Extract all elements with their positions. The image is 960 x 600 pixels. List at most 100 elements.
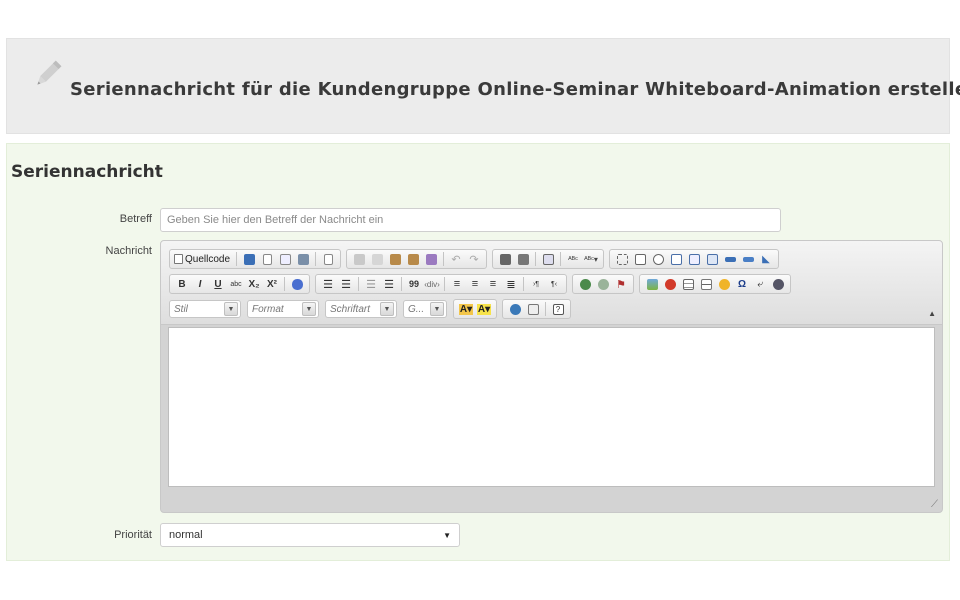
scayt-button[interactable]: ᴬᴮᶜ▾ (583, 251, 599, 267)
numbered-list-button[interactable]: ☰ (320, 276, 336, 292)
maximize-icon (509, 303, 521, 315)
save-button[interactable] (241, 251, 257, 267)
text-color-button[interactable]: A▾ (458, 301, 474, 317)
copy-icon (371, 253, 383, 265)
toolbar-group-basicstyles: B I U abc X₂ X² (169, 274, 310, 294)
find-button[interactable] (497, 251, 513, 267)
paste-word-button[interactable] (423, 251, 439, 267)
anchor-button[interactable]: ⚑ (613, 276, 629, 292)
div-button[interactable]: ‹div› (424, 276, 440, 292)
toolbar-separator (560, 252, 562, 266)
select-all-icon (542, 253, 554, 265)
subject-input[interactable] (160, 208, 781, 232)
select-all-button[interactable] (540, 251, 556, 267)
toolbar-separator (443, 252, 445, 266)
special-char-icon: Ω (737, 278, 747, 290)
page-break-button[interactable]: ⤶ (752, 276, 768, 292)
unlink-button[interactable] (595, 276, 611, 292)
format-combo[interactable]: Format ▼ (247, 300, 319, 318)
align-center-button[interactable]: ≡ (467, 276, 483, 292)
image-button[interactable] (644, 276, 660, 292)
strike-button[interactable]: abc (228, 276, 244, 292)
horizontal-line-button[interactable] (698, 276, 714, 292)
font-size-combo[interactable]: G... ▼ (403, 300, 447, 318)
preview-button[interactable] (277, 251, 293, 267)
replace-button[interactable] (515, 251, 531, 267)
new-page-button[interactable] (259, 251, 275, 267)
flash-icon (664, 278, 676, 290)
paste-word-icon (425, 253, 437, 265)
button-icon (724, 256, 736, 262)
flash-button[interactable] (662, 276, 678, 292)
page-title: Seriennachricht für die Kundengruppe Onl… (70, 79, 960, 100)
textfield-icon (670, 253, 682, 265)
editor-content-area[interactable] (168, 327, 935, 487)
bg-color-button[interactable]: A▾ (476, 301, 492, 317)
rtl-button[interactable]: ¶‹ (546, 276, 562, 292)
align-right-button[interactable]: ≡ (485, 276, 501, 292)
superscript-button[interactable]: X² (264, 276, 280, 292)
cut-button[interactable] (351, 251, 367, 267)
checkbox-button[interactable] (632, 251, 648, 267)
toolbar-group-insert: Ω ⤶ (639, 274, 791, 294)
style-combo[interactable]: Stil ▼ (169, 300, 241, 318)
image-button-button[interactable] (740, 251, 756, 267)
about-button[interactable]: ? (550, 301, 566, 317)
ltr-button[interactable]: ›¶ (528, 276, 544, 292)
select-button[interactable] (704, 251, 720, 267)
italic-button[interactable]: I (192, 276, 208, 292)
textarea-button[interactable] (686, 251, 702, 267)
print-button[interactable] (295, 251, 311, 267)
message-label: Nachricht (105, 245, 152, 257)
table-button[interactable] (680, 276, 696, 292)
spellcheck-button[interactable]: ᴬᴮᶜ (565, 251, 581, 267)
font-combo[interactable]: Schriftart ▼ (325, 300, 397, 318)
source-button[interactable]: Quellcode (174, 251, 232, 267)
toolbar-group-tools: ? (502, 299, 571, 319)
templates-button[interactable] (320, 251, 336, 267)
link-button[interactable] (577, 276, 593, 292)
remove-format-button[interactable] (289, 276, 305, 292)
toolbar-separator (523, 277, 524, 291)
maximize-button[interactable] (507, 301, 523, 317)
textfield-button[interactable] (668, 251, 684, 267)
checkbox-icon (634, 253, 646, 265)
indent-icon: ☰ (384, 278, 394, 291)
underline-button[interactable]: U (210, 276, 226, 292)
toolbar-group-forms: ◣ (609, 249, 780, 269)
templates-icon (323, 253, 333, 265)
justify-button[interactable]: ≣ (503, 276, 519, 292)
subscript-button[interactable]: X₂ (246, 276, 262, 292)
iframe-button[interactable] (770, 276, 786, 292)
radio-button[interactable] (650, 251, 666, 267)
align-left-button[interactable]: ≡ (449, 276, 465, 292)
bold-button[interactable]: B (174, 276, 190, 292)
toolbar-group-editing: ᴬᴮᶜ ᴬᴮᶜ▾ (492, 249, 605, 269)
outdent-button[interactable]: ☰ (363, 276, 379, 292)
paste-button[interactable] (387, 251, 403, 267)
smiley-button[interactable] (716, 276, 732, 292)
collapse-toolbar-button[interactable]: ▲ (928, 309, 936, 318)
toolbar-group-colors: A▾ A▾ (453, 299, 497, 319)
pencil-icon (37, 60, 62, 85)
special-char-button[interactable]: Ω (734, 276, 750, 292)
hidden-field-button[interactable]: ◣ (758, 251, 774, 267)
style-combo-label: Stil (174, 303, 188, 315)
priority-select[interactable]: normal ▼ (160, 523, 460, 547)
rich-text-editor: Quellcode ↶ ↷ ᴬᴮᶜ ᴬᴮᶜ▾ ◣ B I U abc X₂ X²… (160, 240, 943, 513)
show-blocks-button[interactable] (525, 301, 541, 317)
blockquote-button[interactable]: 99 (406, 276, 422, 292)
button-button[interactable] (722, 251, 738, 267)
indent-button[interactable]: ☰ (381, 276, 397, 292)
paste-text-button[interactable] (405, 251, 421, 267)
chevron-down-icon: ▼ (430, 302, 444, 316)
redo-button[interactable]: ↷ (466, 251, 482, 267)
bulleted-list-button[interactable]: ☰ (338, 276, 354, 292)
resize-grip-icon[interactable]: ⟋ (931, 499, 938, 510)
chevron-down-icon: ▼ (380, 302, 394, 316)
copy-button[interactable] (369, 251, 385, 267)
form-button[interactable] (614, 251, 630, 267)
font-combo-label: Schriftart (330, 303, 371, 315)
new-page-icon (262, 253, 272, 265)
undo-button[interactable]: ↶ (448, 251, 464, 267)
